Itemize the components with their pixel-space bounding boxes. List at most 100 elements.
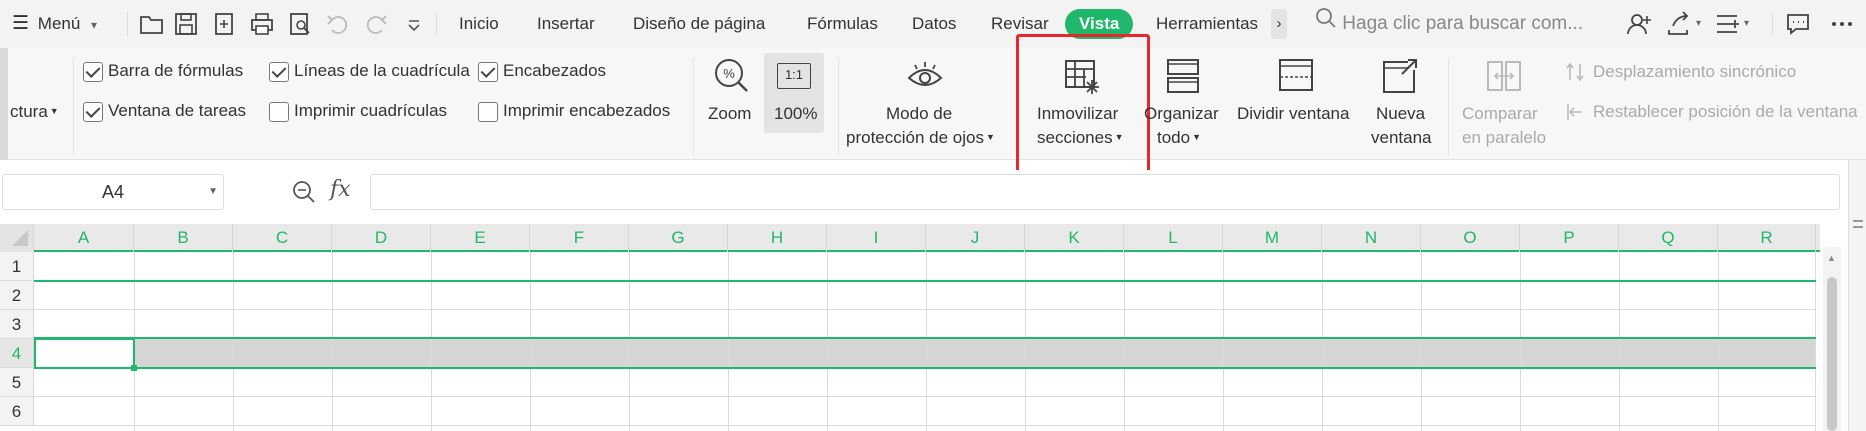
column-header-b[interactable]: B	[134, 224, 233, 252]
main-menu-button[interactable]: ☰ Menú ▾	[12, 0, 97, 48]
select-all-corner[interactable]	[0, 224, 34, 252]
arrange-all-button[interactable]: todo ▼	[1157, 128, 1201, 148]
export-pdf-icon[interactable]	[210, 10, 238, 38]
print-preview-icon[interactable]	[286, 10, 314, 38]
workbook-view-label: ctura	[10, 102, 48, 121]
column-gridline	[233, 252, 234, 431]
column-gridline	[1223, 252, 1224, 431]
chevron-down-icon: ▾	[91, 18, 98, 32]
cell-area[interactable]	[34, 252, 1816, 431]
split-window-label[interactable]: Dividir ventana	[1237, 104, 1349, 124]
column-header-e[interactable]: E	[431, 224, 530, 252]
compare-line1[interactable]: Comparar	[1462, 104, 1538, 124]
redo-icon[interactable]	[362, 10, 390, 38]
column-header-m[interactable]: M	[1223, 224, 1322, 252]
row-header-1[interactable]: 1	[0, 252, 34, 281]
column-header-h[interactable]: H	[728, 224, 827, 252]
more-options-icon[interactable]	[1828, 10, 1856, 38]
chevron-down-icon: ▼	[49, 106, 59, 116]
arrange-all-line1[interactable]: Organizar	[1144, 104, 1219, 124]
eye-mode-button[interactable]: protección de ojos ▼	[846, 128, 995, 148]
more-tabs-button[interactable]: ›	[1271, 9, 1287, 39]
row-header-6[interactable]: 6	[0, 397, 34, 426]
insert-row-icon[interactable]	[1713, 10, 1741, 38]
column-gridline	[1124, 252, 1125, 431]
print-icon[interactable]	[248, 10, 276, 38]
tab-insertar[interactable]: Insertar	[537, 0, 595, 48]
row-header-4[interactable]: 4	[0, 339, 34, 368]
column-header-k[interactable]: K	[1025, 224, 1124, 252]
comment-icon[interactable]	[1784, 10, 1812, 38]
add-user-icon[interactable]	[1625, 10, 1653, 38]
zoom-icon[interactable]: %	[712, 56, 752, 96]
reset-position-button[interactable]: Restablecer posición de la ventana	[1593, 102, 1858, 122]
column-header-f[interactable]: F	[530, 224, 629, 252]
tab-herramientas[interactable]: Herramientas	[1156, 0, 1258, 48]
sync-scroll-button[interactable]: Desplazamiento sincrónico	[1593, 62, 1796, 82]
print-gridlines-checkbox[interactable]	[269, 102, 289, 122]
formula-input[interactable]	[370, 174, 1840, 210]
formula-bar-checkbox[interactable]	[83, 62, 103, 82]
new-window-line1[interactable]: Nueva	[1376, 104, 1425, 124]
tab-diseno-pagina[interactable]: Diseño de página	[633, 0, 765, 48]
active-cell-a4[interactable]	[34, 338, 137, 371]
column-header-c[interactable]: C	[233, 224, 332, 252]
gridlines-checkbox[interactable]	[269, 62, 289, 82]
divider	[436, 12, 437, 36]
chevron-down-icon[interactable]: ▾	[1744, 0, 1749, 48]
vertical-scrollbar[interactable]: ▲	[1823, 247, 1841, 431]
svg-text:%: %	[723, 66, 735, 81]
zoom-100-button[interactable]: 1:1 100%	[764, 53, 824, 133]
column-header-g[interactable]: G	[629, 224, 728, 252]
formula-bar: A4 ▼ fx	[0, 170, 1866, 216]
command-search[interactable]: Haga clic para buscar com...	[1315, 0, 1583, 48]
customize-toolbar-icon[interactable]	[400, 10, 420, 38]
undo-icon[interactable]	[324, 10, 352, 38]
column-header-r[interactable]: R	[1718, 224, 1816, 252]
save-icon[interactable]	[172, 10, 200, 38]
eye-mode-line1[interactable]: Modo de	[886, 104, 952, 124]
compare-side-by-side-icon[interactable]	[1484, 56, 1524, 96]
new-window-icon[interactable]	[1380, 56, 1420, 96]
function-button[interactable]: fx	[330, 177, 351, 202]
side-panel-strip[interactable]	[1848, 160, 1866, 431]
ribbon-scroll-left[interactable]	[0, 48, 8, 160]
task-window-checkbox[interactable]	[83, 102, 103, 122]
workbook-view-button[interactable]: ctura ▼	[10, 102, 59, 122]
name-box[interactable]: A4 ▼	[2, 174, 224, 210]
scroll-up-icon[interactable]: ▲	[1827, 253, 1836, 263]
chevron-down-icon[interactable]: ▼	[208, 175, 218, 209]
column-gridline	[728, 252, 729, 431]
print-headings-checkbox[interactable]	[478, 102, 498, 122]
column-header-d[interactable]: D	[332, 224, 431, 252]
zoom-label[interactable]: Zoom	[708, 104, 751, 124]
chevron-down-icon[interactable]: ▾	[1696, 0, 1701, 48]
column-header-o[interactable]: O	[1421, 224, 1520, 252]
tab-inicio[interactable]: Inicio	[459, 0, 499, 48]
column-gridline	[1619, 252, 1620, 431]
column-header-l[interactable]: L	[1124, 224, 1223, 252]
zoom-search-icon[interactable]	[291, 179, 317, 205]
column-header-j[interactable]: J	[926, 224, 1025, 252]
new-window-line2[interactable]: ventana	[1371, 128, 1432, 148]
compare-line2[interactable]: en paralelo	[1462, 128, 1546, 148]
column-header-n[interactable]: N	[1322, 224, 1421, 252]
column-header-a[interactable]: A	[34, 224, 134, 252]
share-icon[interactable]	[1665, 10, 1693, 38]
column-header-q[interactable]: Q	[1619, 224, 1718, 252]
column-header-i[interactable]: I	[827, 224, 926, 252]
scrollbar-thumb[interactable]	[1827, 277, 1837, 431]
task-window-label: Ventana de tareas	[108, 101, 247, 120]
arrange-all-icon[interactable]	[1163, 56, 1203, 96]
eye-icon[interactable]	[905, 56, 945, 96]
row-header-2[interactable]: 2	[0, 281, 34, 310]
row-header-3[interactable]: 3	[0, 310, 34, 339]
open-folder-icon[interactable]	[138, 10, 166, 38]
tab-datos[interactable]: Datos	[912, 0, 956, 48]
headings-checkbox[interactable]	[478, 62, 498, 82]
split-window-icon[interactable]	[1276, 56, 1316, 96]
divider	[127, 12, 128, 36]
tab-formulas[interactable]: Fórmulas	[807, 0, 878, 48]
column-header-p[interactable]: P	[1520, 224, 1619, 252]
row-header-5[interactable]: 5	[0, 368, 34, 397]
